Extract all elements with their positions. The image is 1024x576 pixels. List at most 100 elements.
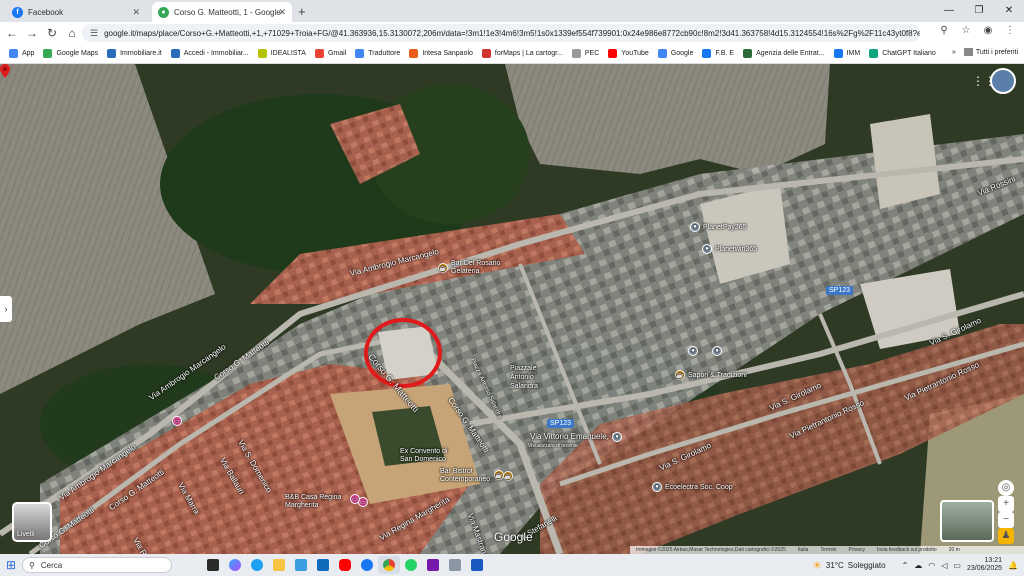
battery-icon[interactable]: ▭	[953, 561, 961, 570]
map-attribution: Immagini ©2025 Airbus,Maxar Technologies…	[630, 546, 1024, 554]
tab-facebook[interactable]: f Facebook ✕	[6, 2, 146, 22]
reload-icon[interactable]: ↻	[42, 26, 62, 40]
bookmark-item[interactable]: Immobiliare.it	[107, 49, 162, 58]
zoom-out-button[interactable]: −	[998, 512, 1014, 528]
bookmark-item[interactable]: Gmail	[314, 49, 346, 58]
my-location-icon[interactable]: ◎	[998, 480, 1014, 496]
hotel-marker[interactable]: ▭	[172, 416, 185, 426]
facebook-icon[interactable]	[356, 556, 378, 574]
address-bar[interactable]: ☰ google.it/maps/place/Corso+G.+Matteott…	[82, 24, 920, 42]
word-icon[interactable]	[466, 556, 488, 574]
profile-icon[interactable]: ◉	[980, 25, 996, 36]
site-info-icon[interactable]: ☰	[90, 28, 98, 39]
chevron-up-icon[interactable]: ⌃	[902, 561, 909, 570]
bookmark-item[interactable]: App	[9, 49, 34, 58]
home-icon[interactable]: ⌂	[62, 26, 82, 40]
search-icon: ⚲	[29, 560, 35, 570]
photos-icon[interactable]	[290, 556, 312, 574]
restaurant-marker[interactable]: ☕	[494, 470, 507, 480]
system-tray: ⌃ ☁ ◠ ◁ ▭ 13:21 23/06/2025 🔔	[902, 554, 1018, 576]
place-marker[interactable]: ●	[688, 346, 701, 356]
bookmark-item[interactable]: Accedi - Immobiliar...	[170, 49, 249, 58]
notification-icon[interactable]: 🔔	[1008, 561, 1018, 570]
poi-planetwin[interactable]: ● Planetwin365	[702, 244, 757, 254]
hotel-marker[interactable]: ▭	[350, 494, 363, 504]
layers-button[interactable]: Livelli	[12, 502, 52, 542]
bookmark-item[interactable]: F.B. E	[702, 49, 734, 58]
minimize-icon[interactable]: —	[934, 0, 964, 22]
copilot-icon[interactable]	[224, 556, 246, 574]
app-icon[interactable]	[444, 556, 466, 574]
volume-icon[interactable]: ◁	[941, 561, 947, 570]
recent-place-icon: ●	[612, 432, 622, 442]
sun-icon: ☀	[812, 559, 822, 572]
bookmark-item[interactable]: Google	[657, 49, 693, 58]
new-tab-button[interactable]: +	[298, 2, 306, 22]
attribution-link[interactable]: Invia feedback sul prodotto	[877, 546, 937, 554]
location-icon[interactable]: ⚲	[936, 25, 952, 36]
close-icon[interactable]: ✕	[132, 7, 140, 18]
attribution-link[interactable]: Termini	[820, 546, 836, 554]
maximize-icon[interactable]: ❐	[964, 0, 994, 22]
poi-bar-rosario[interactable]: ☕ Bar Del Rosario Gelateria	[438, 260, 511, 276]
bookmark-item[interactable]: Intesa Sanpaolo	[409, 49, 473, 58]
place-icon: ●	[690, 222, 700, 232]
bookmark-item[interactable]: Google Maps	[43, 49, 98, 58]
place-marker[interactable]: ●	[712, 346, 725, 356]
scale-label[interactable]: 20 m	[949, 546, 960, 554]
all-bookmarks[interactable]: » Tutti i preferiti	[952, 48, 1018, 56]
bookmark-item[interactable]: PEC	[571, 49, 599, 58]
road-shield: SP123	[826, 286, 854, 295]
clock[interactable]: 13:21 23/06/2025	[967, 557, 1002, 573]
tab-maps[interactable]: ● Corso G. Matteotti, 1 - Google ✕	[152, 2, 292, 22]
expand-panel-button[interactable]: ›	[0, 296, 12, 322]
back-icon[interactable]: ←	[2, 26, 22, 40]
poi-piazzale-salandra[interactable]: Piazzale Antonio Salandra	[510, 364, 560, 391]
menu-icon[interactable]: ⋮	[1002, 25, 1018, 36]
wifi-icon[interactable]: ◠	[928, 561, 935, 570]
hotel-icon: ▭	[172, 416, 182, 426]
bookmark-item[interactable]: YouTube	[608, 49, 649, 58]
file-explorer-icon[interactable]	[268, 556, 290, 574]
youtube-icon[interactable]	[334, 556, 356, 574]
url-text: google.it/maps/place/Corso+G.+Matteotti,…	[104, 28, 920, 38]
account-avatar[interactable]	[990, 68, 1016, 94]
forward-icon[interactable]: →	[22, 26, 42, 40]
chrome-icon[interactable]	[378, 556, 400, 574]
bookmark-item[interactable]: IDEALISTA	[257, 49, 306, 58]
hotel-icon: ▭	[350, 494, 360, 504]
windows-start-icon[interactable]: ⊞	[0, 558, 22, 572]
cloud-icon[interactable]: ☁	[914, 561, 922, 570]
zoom-in-button[interactable]: +	[998, 496, 1014, 512]
onenote-icon[interactable]	[422, 556, 444, 574]
poi-ecoelectra[interactable]: ● Ecoelectra Soc. Coop	[652, 482, 733, 492]
poi-sapori[interactable]: ☕ Sapori & Tradizioni	[675, 370, 747, 380]
place-icon: ●	[652, 482, 662, 492]
street-view-preview[interactable]	[940, 500, 994, 542]
bookmark-item[interactable]: Traduttore	[355, 49, 400, 58]
facebook-icon: f	[12, 6, 23, 18]
close-icon[interactable]: ✕	[278, 7, 286, 18]
maps-icon: ●	[158, 6, 169, 18]
whatsapp-icon[interactable]	[400, 556, 422, 574]
satellite-map[interactable]: ⋮⋮ › Via Ambrogio Marcangelo Via Ambrogi…	[0, 64, 1024, 554]
attribution-link[interactable]: Privacy	[849, 546, 865, 554]
taskbar-search[interactable]: ⚲ Cerca	[22, 557, 172, 573]
poi-planetpay[interactable]: ● PlanetPay365	[690, 222, 747, 232]
bookmark-item[interactable]: Agenzia delle Entrat...	[743, 49, 825, 58]
bookmark-star-icon[interactable]: ☆	[958, 25, 974, 36]
outlook-icon[interactable]	[312, 556, 334, 574]
pegman-icon[interactable]: ♟	[998, 528, 1014, 544]
attribution-link[interactable]: Italia	[798, 546, 809, 554]
weather-widget[interactable]: ☀ 31°C Soleggiato	[812, 554, 886, 576]
restaurant-icon: ☕	[438, 263, 448, 273]
bookmark-item[interactable]: IMM	[833, 49, 860, 58]
poi-convento[interactable]: Ex Convento di San Domenico	[400, 448, 460, 464]
task-view-icon[interactable]	[202, 556, 224, 574]
edge-icon[interactable]	[246, 556, 268, 574]
bookmark-item[interactable]: ChatGPT Italiano	[869, 49, 936, 58]
close-window-icon[interactable]: ✕	[994, 0, 1024, 22]
bookmark-item[interactable]: forMaps | La cartogr...	[481, 49, 563, 58]
poi-recent[interactable]: ● Visualizzato di recente	[528, 432, 625, 449]
location-pin-icon[interactable]	[0, 64, 10, 78]
